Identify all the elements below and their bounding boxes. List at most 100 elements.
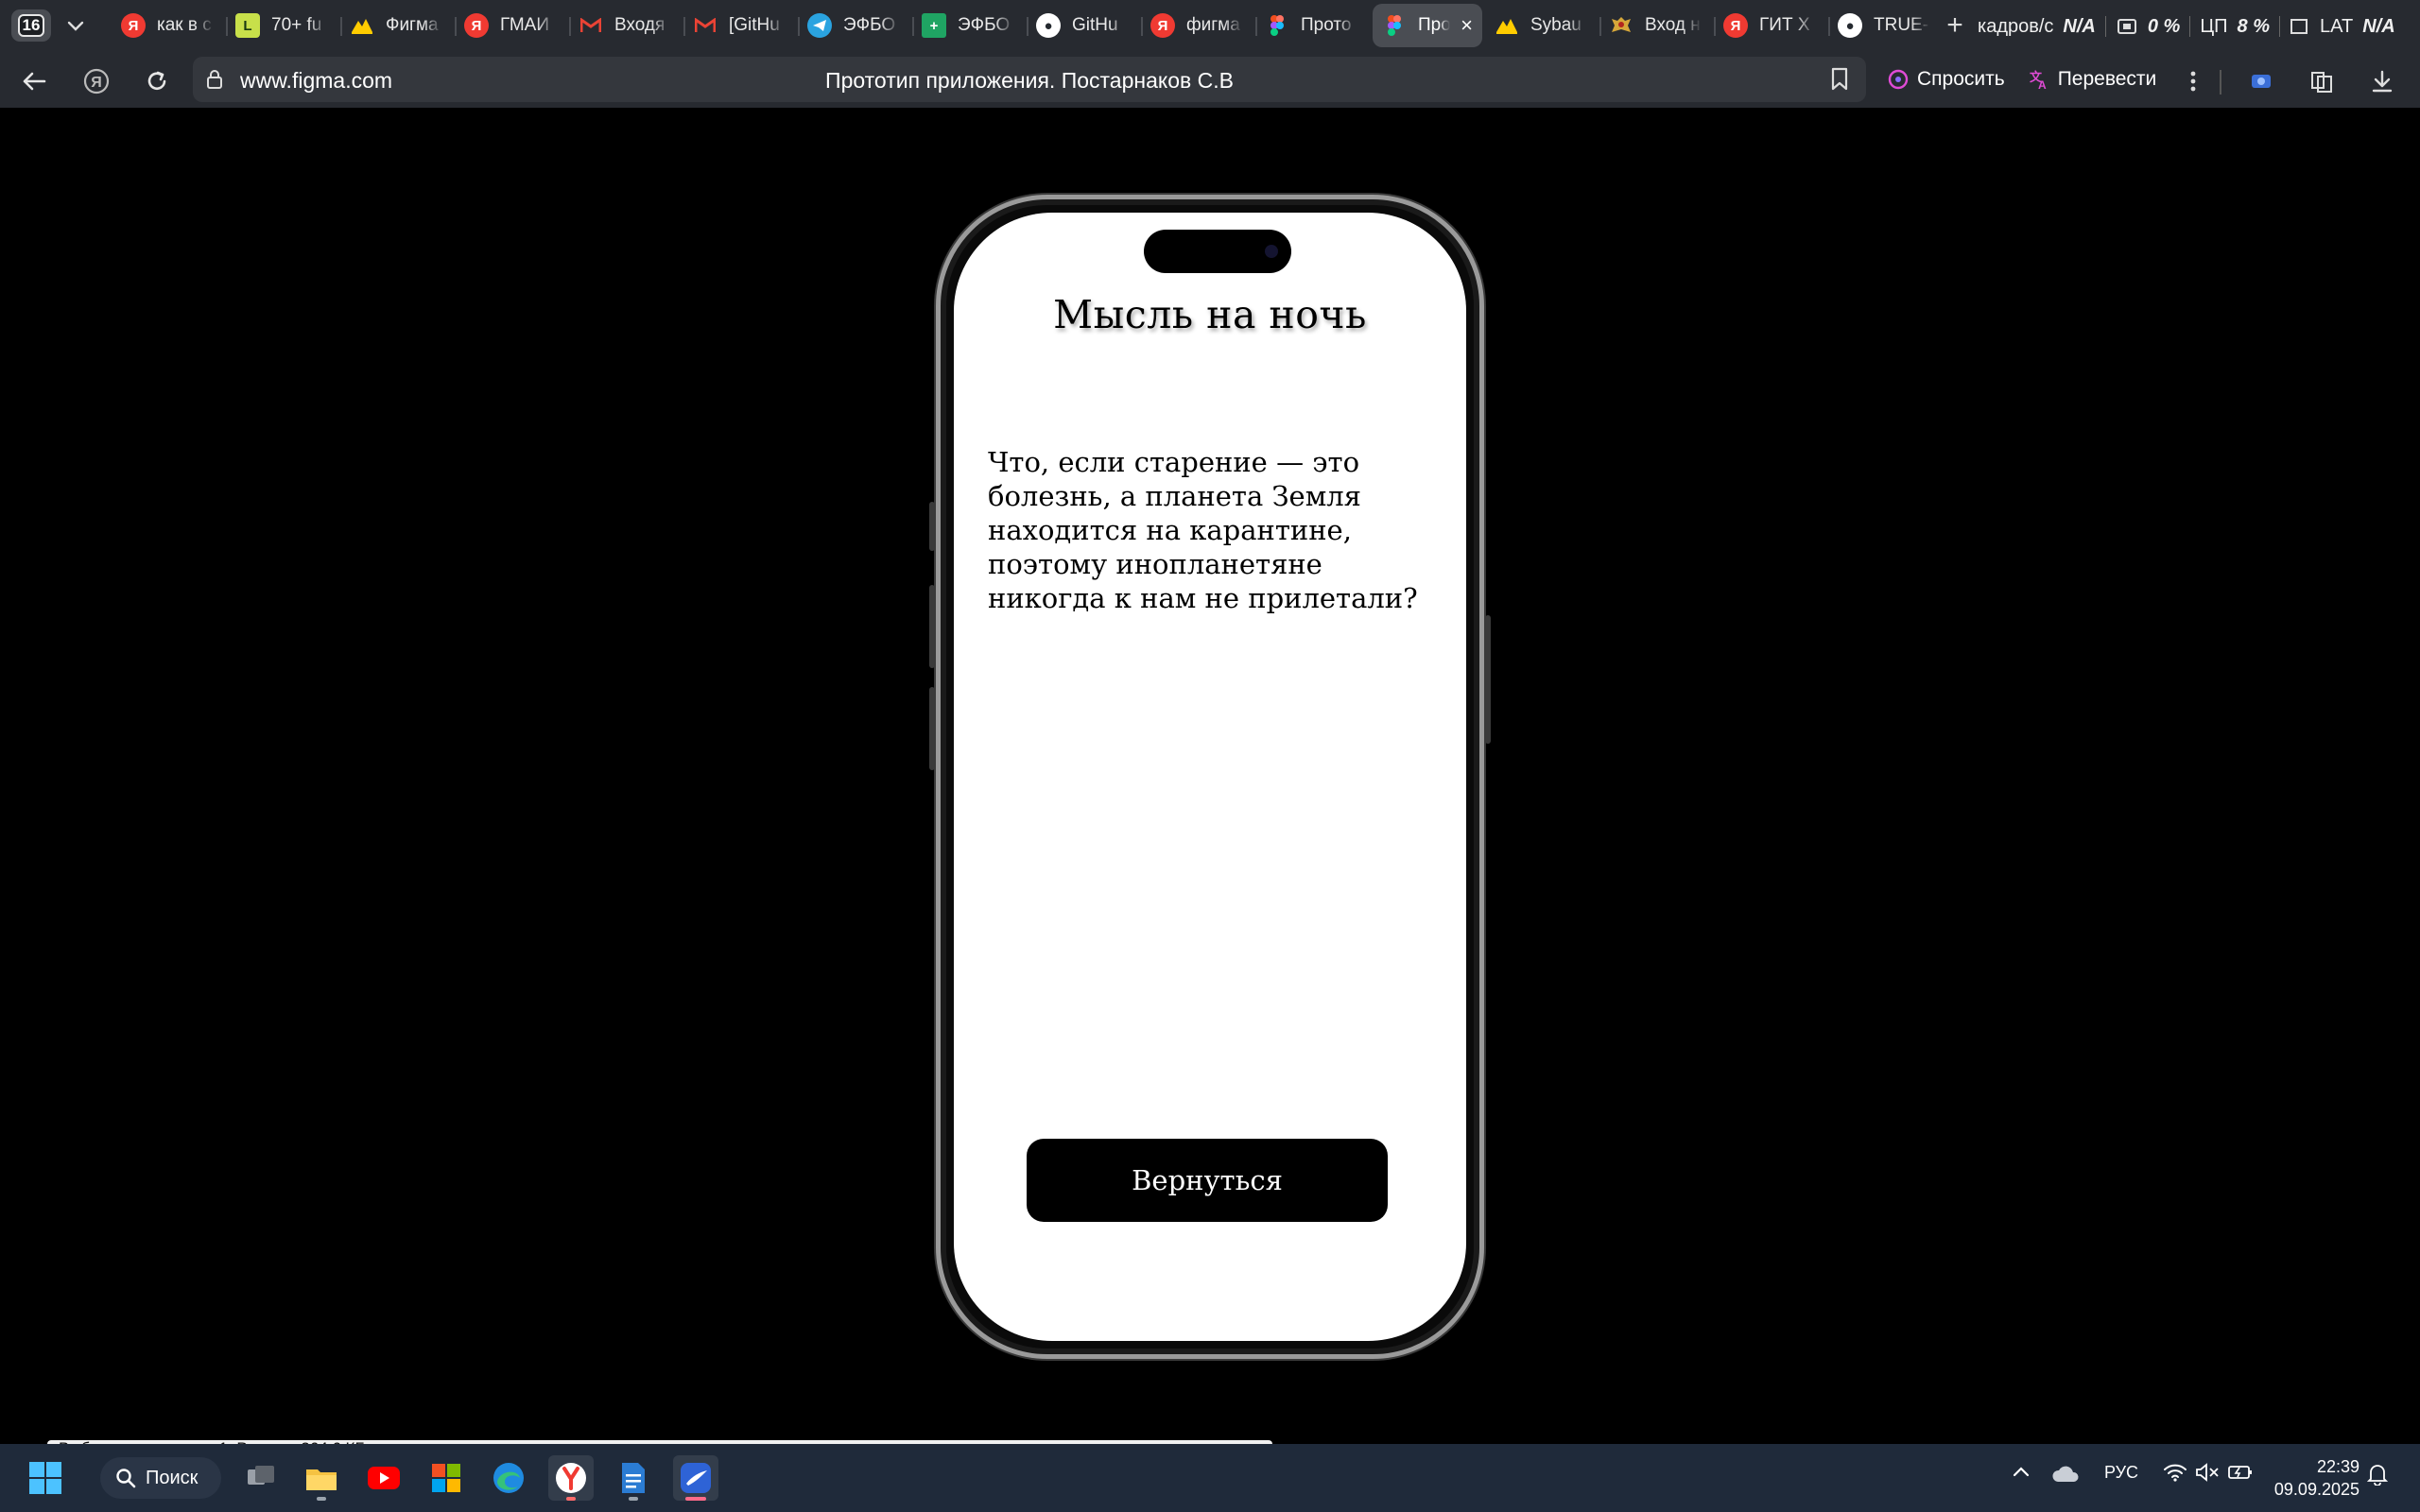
volume-down-button [929, 687, 935, 770]
battery-button[interactable] [2227, 1463, 2254, 1486]
tab[interactable]: ЭФБО [798, 4, 912, 47]
more-vertical-icon [2190, 71, 2196, 92]
tab-list: Я как в с L 70+ fu Фигма Я ГМАИ Входя [G… [112, 4, 1943, 47]
running-indicator [629, 1497, 638, 1501]
running-indicator [566, 1497, 576, 1501]
volume-muted-icon [2196, 1463, 2219, 1482]
tab[interactable]: Я как в с [112, 4, 226, 47]
tab-title: GitHu [1072, 15, 1118, 35]
translate-button[interactable]: 文A Перевести [2016, 60, 2169, 98]
edge-icon [493, 1463, 524, 1493]
tab[interactable]: Я ГМАИ [455, 4, 569, 47]
sheets-icon: + [922, 13, 946, 38]
page-title: Прототип приложения. Постарнаков С.В [825, 68, 1234, 93]
yandex-home-button[interactable]: Я [78, 62, 115, 100]
onedrive-button[interactable] [2051, 1465, 2080, 1488]
url-host[interactable]: www.figma.com [240, 68, 392, 94]
volume-button[interactable] [2195, 1463, 2220, 1486]
clock-date: 09.09.2025 [2273, 1480, 2360, 1499]
gmail-icon [579, 13, 603, 38]
system-monitor: кадров/с N/A 0 % ЦП 8 % LAT N/A [1978, 13, 2395, 40]
notification-bell-icon [2366, 1465, 2389, 1486]
taskbar-app-store[interactable] [424, 1455, 469, 1501]
extension-button[interactable] [2242, 62, 2280, 100]
figma-icon [1382, 13, 1407, 38]
search-label: Поиск [146, 1467, 199, 1488]
yandex-icon: Я [464, 13, 489, 38]
lock-icon[interactable] [206, 69, 223, 90]
alice-icon [1888, 69, 1909, 90]
tab-title: TRUE- [1874, 15, 1929, 35]
windows-taskbar: Поиск РУС 22:39 09.09.2025 [0, 1444, 2420, 1512]
tab-count-label: 16 [18, 14, 44, 37]
yandex-fonts-icon [1495, 13, 1519, 38]
new-tab-button[interactable]: + [1940, 9, 1970, 41]
emblem-icon [1609, 13, 1634, 38]
tab-count-button[interactable]: 16 [11, 9, 51, 42]
address-bar[interactable]: www.figma.com Прототип приложения. Поста… [193, 57, 1866, 102]
start-button[interactable] [23, 1455, 68, 1501]
yandex-browser-icon [556, 1463, 586, 1493]
chevron-up-icon [2013, 1467, 2030, 1477]
active-indicator [685, 1497, 706, 1501]
input-language-indicator[interactable]: РУС [2104, 1463, 2138, 1483]
close-tab-icon[interactable]: × [1461, 15, 1473, 36]
camera-icon [1265, 245, 1278, 258]
taskbar-app-youtube[interactable] [361, 1455, 406, 1501]
divider [2104, 16, 2106, 37]
tab[interactable]: Я ГИТ Х [1714, 4, 1828, 47]
return-button[interactable]: Вернуться [1027, 1139, 1388, 1222]
ai-actions: Спросить 文A Перевести [1876, 59, 2168, 100]
lang-label: LAT [2319, 15, 2354, 37]
tab[interactable]: Фигма [340, 4, 455, 47]
show-hidden-icons-button[interactable] [2012, 1463, 2031, 1483]
taskbar-search[interactable]: Поиск [100, 1457, 221, 1499]
taskbar-app-explorer[interactable] [299, 1455, 344, 1501]
wifi-button[interactable] [2163, 1463, 2187, 1486]
tab[interactable]: ● TRUE- [1828, 4, 1943, 47]
lingualeo-icon: L [235, 13, 260, 38]
tab[interactable]: ● GitHu [1027, 4, 1141, 47]
tab[interactable]: Sybau [1485, 4, 1599, 47]
cpu-label: ЦП [2200, 15, 2228, 37]
yandex-logo-icon: Я [83, 68, 110, 94]
taskbar-app-writer[interactable] [611, 1455, 656, 1501]
windows-logo-icon [29, 1462, 61, 1494]
taskbar-clock[interactable]: 22:39 09.09.2025 [2274, 1455, 2360, 1501]
taskbar-app-yandex-browser[interactable] [548, 1455, 594, 1501]
notifications-button[interactable] [2366, 1463, 2389, 1490]
download-icon [2372, 70, 2393, 93]
tab[interactable]: Прото [1255, 4, 1370, 47]
tab[interactable]: [GitHu [683, 4, 798, 47]
tabs-dropdown-button[interactable] [59, 11, 93, 40]
collections-button[interactable] [2303, 62, 2341, 100]
ask-alice-button[interactable]: Спросить [1876, 60, 2016, 98]
app-swoosh-icon [681, 1463, 711, 1493]
tab[interactable]: L 70+ fu [226, 4, 340, 47]
tab-active[interactable]: Про × [1373, 4, 1482, 47]
task-view-button[interactable] [238, 1455, 284, 1501]
bookmark-icon[interactable] [1830, 67, 1849, 92]
tab[interactable]: Вход н [1599, 4, 1714, 47]
tab-title: Прото [1301, 15, 1352, 35]
divider [2189, 16, 2191, 37]
tab-title: Про [1418, 15, 1450, 35]
reload-button[interactable] [138, 62, 176, 100]
tab-title: Sybau [1530, 15, 1582, 35]
wifi-icon [2164, 1464, 2187, 1482]
translate-icon: 文A [2030, 70, 2047, 91]
fps-label: кадров/с [1978, 15, 2054, 37]
tab[interactable]: Я фигма [1141, 4, 1255, 47]
plus-icon: + [1946, 9, 1963, 41]
store-icon [432, 1464, 460, 1492]
back-button[interactable] [15, 62, 53, 100]
downloads-button[interactable] [2363, 62, 2401, 100]
power-button [1485, 615, 1491, 744]
tab[interactable]: + ЭФБО [912, 4, 1027, 47]
browser-toolbar: Я www.figma.com Прототип приложения. Пос… [0, 51, 2420, 108]
more-menu-button[interactable] [2174, 62, 2212, 100]
tab[interactable]: Входя [569, 4, 683, 47]
taskbar-app-active[interactable] [673, 1455, 718, 1501]
taskbar-app-edge[interactable] [486, 1455, 531, 1501]
github-icon: ● [1838, 13, 1862, 38]
